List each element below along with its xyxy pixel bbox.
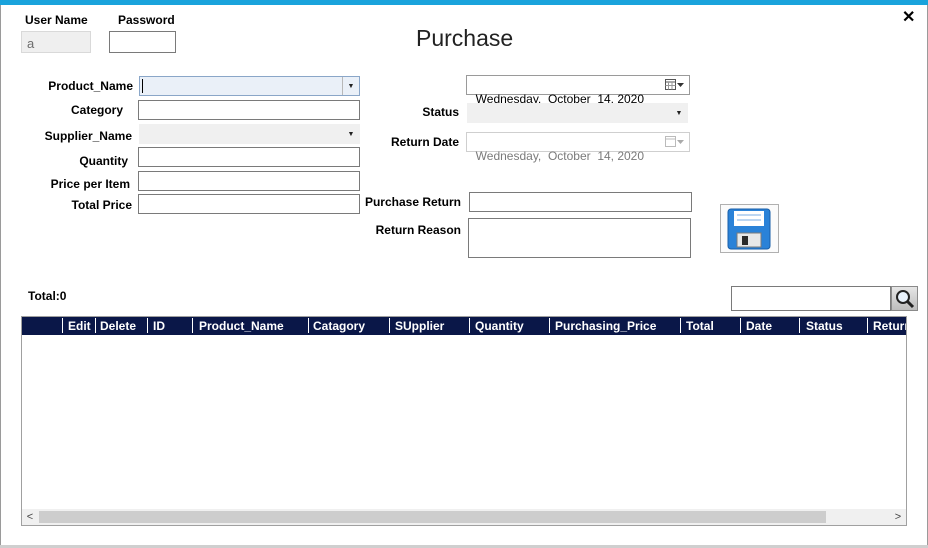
close-icon[interactable]: ✕ [902, 7, 915, 27]
column-separator [62, 318, 63, 333]
return-date-month: October [547, 149, 591, 163]
column-header-quantity[interactable]: Quantity [475, 319, 524, 333]
save-button[interactable] [720, 204, 779, 253]
category-field[interactable] [138, 100, 360, 120]
title-accent-bar [0, 0, 928, 5]
total-price-field[interactable] [138, 194, 360, 214]
purchase-return-field[interactable] [469, 192, 692, 212]
price-per-item-field[interactable] [138, 171, 360, 191]
column-header-total[interactable]: Total [686, 319, 714, 333]
supplier-name-combo[interactable]: ▼ [139, 124, 360, 144]
product-name-combo[interactable]: ▼ [139, 76, 360, 96]
grid-header: Edit Delete ID Product_Name Catagory SUp… [22, 317, 906, 335]
scroll-right-arrow[interactable]: > [890, 509, 906, 525]
category-label: Category [70, 103, 123, 117]
column-separator [192, 318, 193, 333]
total-price-label: Total Price [71, 198, 132, 212]
quantity-label: Quantity [79, 154, 128, 168]
column-separator [95, 318, 96, 333]
column-header-supplier[interactable]: SUpplier [395, 319, 444, 333]
window-border-left [0, 5, 1, 546]
password-field[interactable] [109, 31, 176, 53]
column-separator [147, 318, 148, 333]
return-reason-field[interactable] [468, 218, 691, 258]
column-header-catagory[interactable]: Catagory [313, 319, 365, 333]
purchase-grid[interactable]: Edit Delete ID Product_Name Catagory SUp… [21, 316, 907, 526]
chevron-down-icon[interactable]: ▼ [343, 125, 359, 143]
scroll-left-arrow[interactable]: < [22, 509, 38, 525]
column-separator [799, 318, 800, 333]
column-header-return[interactable]: Return [873, 319, 906, 333]
purchase-date-picker[interactable]: Wednesday, October 14, 2020 [466, 75, 690, 106]
chevron-down-icon[interactable]: ▼ [342, 77, 359, 95]
column-header-date[interactable]: Date [746, 319, 772, 333]
horizontal-scrollbar[interactable]: < > [22, 509, 906, 525]
calendar-icon[interactable] [665, 136, 685, 148]
column-header-id[interactable]: ID [153, 319, 165, 333]
search-icon [896, 290, 915, 309]
username-field: a [21, 31, 91, 53]
column-separator [469, 318, 470, 333]
return-reason-label: Return Reason [375, 223, 461, 237]
search-input[interactable] [731, 286, 891, 311]
column-separator [740, 318, 741, 333]
column-header-product-name[interactable]: Product_Name [199, 319, 284, 333]
price-per-item-label: Price per Item [50, 177, 130, 191]
page-title: Purchase [416, 25, 514, 51]
total-count-label: Total:0 [28, 289, 67, 303]
return-date-day: Wednesday, [475, 149, 542, 163]
column-header-purchasing-price[interactable]: Purchasing_Price [555, 319, 656, 333]
column-separator [389, 318, 390, 333]
status-label: Status [422, 105, 459, 119]
product-name-label: Product_Name [48, 79, 133, 93]
return-date-picker[interactable]: Wednesday, October 14, 2020 [466, 132, 690, 163]
column-header-edit[interactable]: Edit [68, 319, 91, 333]
quantity-field[interactable] [138, 147, 360, 167]
supplier-name-label: Supplier_Name [44, 129, 132, 143]
return-date-label: Return Date [390, 135, 459, 149]
scrollbar-thumb[interactable] [39, 511, 826, 523]
purchase-return-label: Purchase Return [364, 195, 461, 209]
username-label: User Name [25, 13, 88, 27]
status-combo[interactable]: ▼ [467, 103, 688, 123]
column-header-status[interactable]: Status [806, 319, 843, 333]
chevron-down-icon[interactable]: ▼ [671, 104, 687, 122]
column-separator [308, 318, 309, 333]
column-separator [549, 318, 550, 333]
text-caret [142, 79, 143, 93]
search-button[interactable] [891, 286, 918, 311]
calendar-icon[interactable] [665, 79, 685, 91]
column-header-delete[interactable]: Delete [100, 319, 136, 333]
floppy-disk-icon [727, 208, 771, 250]
column-separator [680, 318, 681, 333]
column-separator [867, 318, 868, 333]
password-label: Password [118, 13, 175, 27]
return-date-date: 14, 2020 [597, 149, 645, 163]
